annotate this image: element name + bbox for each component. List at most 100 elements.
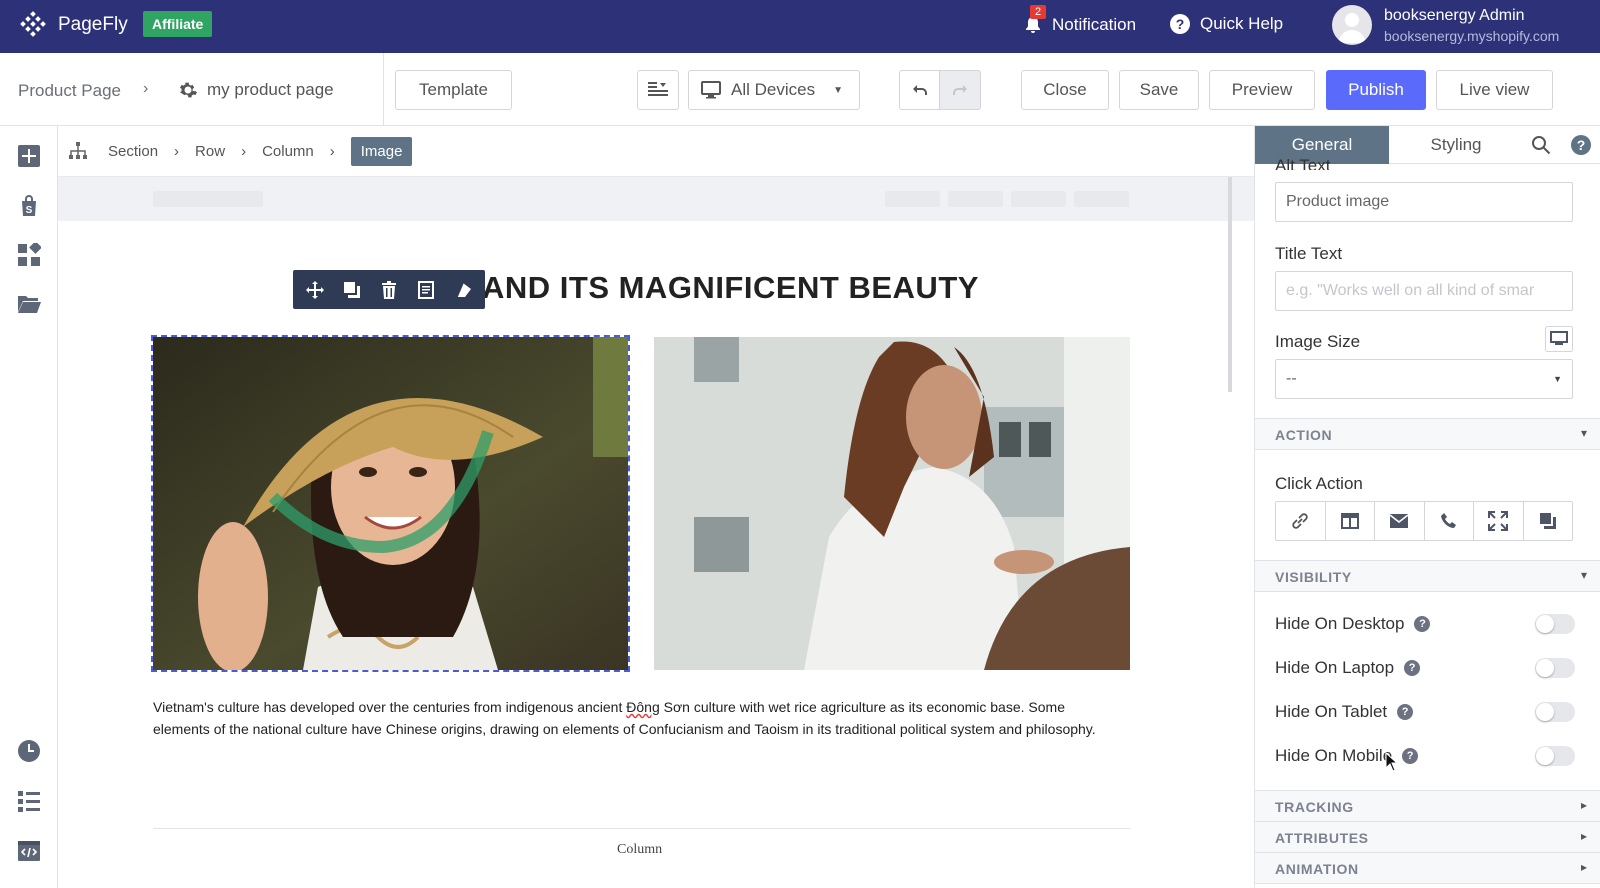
title-text-input[interactable]: e.g. "Works well on all kind of smar — [1275, 271, 1573, 311]
quick-help-button[interactable]: ? Quick Help — [1170, 14, 1283, 34]
help-icon[interactable]: ? — [1571, 135, 1591, 155]
affiliate-badge[interactable]: Affiliate — [143, 11, 213, 37]
save-button[interactable]: Save — [1119, 70, 1199, 110]
desc-part-1: Vietnam's culture has developed over the… — [153, 699, 627, 715]
caret-down-icon: ▾ — [1580, 568, 1587, 582]
section-visibility-header[interactable]: VISIBILITY ▾ — [1255, 560, 1600, 592]
user-menu[interactable]: booksenergy Admin booksenergy.myshopify.… — [1332, 5, 1559, 45]
hide-laptop-label: Hide On Laptop — [1275, 658, 1395, 677]
sitemap-icon[interactable] — [68, 141, 88, 161]
document-icon — [417, 280, 434, 299]
left-sidebar: S — [0, 126, 58, 888]
history-clock-icon[interactable] — [17, 739, 41, 763]
nav-placeholder — [1011, 191, 1066, 207]
image-size-label: Image Size — [1275, 332, 1361, 351]
help-icon[interactable]: ? — [1414, 616, 1431, 632]
action-link-button[interactable] — [1276, 502, 1326, 540]
section-tracking-header[interactable]: TRACKING ▸ — [1255, 790, 1600, 822]
action-lightbox-button[interactable] — [1474, 502, 1524, 540]
publish-button[interactable]: Publish — [1326, 70, 1426, 110]
desktop-icon[interactable] — [1545, 326, 1573, 352]
properties-panel: General Styling ? Alt Text Product image… — [1254, 126, 1600, 888]
delete-button[interactable] — [374, 275, 404, 305]
code-editor-icon[interactable] — [17, 839, 41, 863]
description-text[interactable]: Vietnam's culture has developed over the… — [153, 696, 1123, 740]
canvas-scrollbar[interactable] — [1228, 177, 1232, 392]
section-animation-header[interactable]: ANIMATION ▸ — [1255, 852, 1600, 884]
caret-down-icon: ▾ — [1580, 426, 1587, 440]
email-icon — [1389, 514, 1409, 528]
hide-mobile-row: Hide On Mobile ? — [1275, 744, 1575, 768]
hide-tablet-toggle[interactable] — [1535, 702, 1575, 722]
action-email-button[interactable] — [1375, 502, 1425, 540]
alt-text-input[interactable]: Product image — [1275, 182, 1573, 222]
add-element-icon[interactable] — [17, 144, 41, 168]
desktop-icon — [701, 81, 721, 99]
folder-open-icon[interactable] — [17, 292, 41, 316]
section-attributes-header[interactable]: ATTRIBUTES ▸ — [1255, 821, 1600, 853]
help-icon[interactable]: ? — [1402, 748, 1419, 764]
desc-misspelled-word: Đông — [626, 699, 660, 715]
nav-placeholder — [948, 191, 1003, 207]
action-scroll-button[interactable] — [1524, 502, 1573, 540]
duplicate-icon — [344, 281, 361, 298]
editor-toolbar: Product Page › my product page Template … — [0, 53, 1600, 126]
breadcrumb-column[interactable]: Column — [262, 143, 314, 160]
hide-mobile-label: Hide On Mobile — [1275, 746, 1393, 765]
template-button[interactable]: Template — [395, 70, 512, 110]
tab-styling[interactable]: Styling — [1389, 126, 1523, 164]
click-action-group — [1275, 501, 1573, 541]
mouse-cursor-icon — [1385, 752, 1399, 772]
alt-text-label: Alt Text — [1275, 156, 1331, 170]
widgets-icon[interactable] — [17, 243, 41, 267]
notification-count-badge: 2 — [1030, 5, 1047, 19]
section-heading[interactable]: AND ITS MAGNIFICENT BEAUTY — [482, 270, 979, 306]
text-layout-button[interactable] — [637, 70, 679, 110]
quick-help-label: Quick Help — [1200, 14, 1284, 33]
undo-button[interactable] — [899, 70, 940, 110]
help-icon[interactable]: ? — [1397, 704, 1414, 720]
live-view-button[interactable]: Live view — [1436, 70, 1553, 110]
caret-right-icon: ▸ — [1580, 798, 1587, 812]
product-image-white-dress[interactable] — [654, 337, 1130, 670]
breadcrumb-product-page[interactable]: Product Page — [18, 81, 121, 101]
section-action-header[interactable]: ACTION ▾ — [1255, 418, 1600, 450]
chevron-right-icon: › — [241, 142, 247, 160]
preview-button[interactable]: Preview — [1209, 70, 1315, 110]
hide-desktop-toggle[interactable] — [1535, 614, 1575, 634]
page-settings-button[interactable]: my product page — [178, 80, 334, 100]
brand-name: PageFly — [58, 14, 128, 35]
shopify-bag-icon[interactable]: S — [17, 194, 41, 218]
selected-image-element[interactable] — [151, 335, 630, 672]
section-animation-title: ANIMATION — [1275, 861, 1359, 877]
hide-laptop-row: Hide On Laptop ? — [1275, 656, 1575, 680]
device-select[interactable]: All Devices ▼ — [688, 70, 860, 110]
action-phone-button[interactable] — [1425, 502, 1474, 540]
caret-down-icon: ▼ — [1553, 374, 1562, 384]
logo-placeholder — [153, 191, 263, 207]
divider — [383, 53, 384, 126]
breadcrumb-section[interactable]: Section — [108, 143, 158, 160]
redo-button[interactable] — [939, 70, 981, 110]
section-visibility-title: VISIBILITY — [1275, 569, 1352, 585]
save-as-section-button[interactable] — [411, 275, 441, 305]
notification-button[interactable]: 2 Notification — [1022, 5, 1136, 36]
brand-logo[interactable]: PageFly — [18, 10, 128, 40]
duplicate-button[interactable] — [337, 275, 367, 305]
help-icon[interactable]: ? — [1404, 660, 1421, 676]
clear-style-button[interactable] — [448, 275, 478, 305]
action-popup-button[interactable] — [1326, 502, 1375, 540]
hide-mobile-toggle[interactable] — [1535, 746, 1575, 766]
close-button[interactable]: Close — [1021, 70, 1109, 110]
hide-laptop-toggle[interactable] — [1535, 658, 1575, 678]
image-size-select[interactable]: -- ▼ — [1275, 359, 1573, 399]
column-label: Column — [617, 842, 663, 857]
search-icon[interactable] — [1531, 135, 1551, 155]
move-button[interactable] — [300, 275, 330, 305]
caret-right-icon: ▸ — [1580, 829, 1587, 843]
breadcrumb-image-active[interactable]: Image — [350, 136, 413, 166]
breadcrumb-row[interactable]: Row — [195, 143, 225, 160]
title-text-label: Title Text — [1275, 244, 1343, 263]
svg-text:S: S — [26, 205, 33, 216]
layers-list-icon[interactable] — [17, 789, 41, 813]
